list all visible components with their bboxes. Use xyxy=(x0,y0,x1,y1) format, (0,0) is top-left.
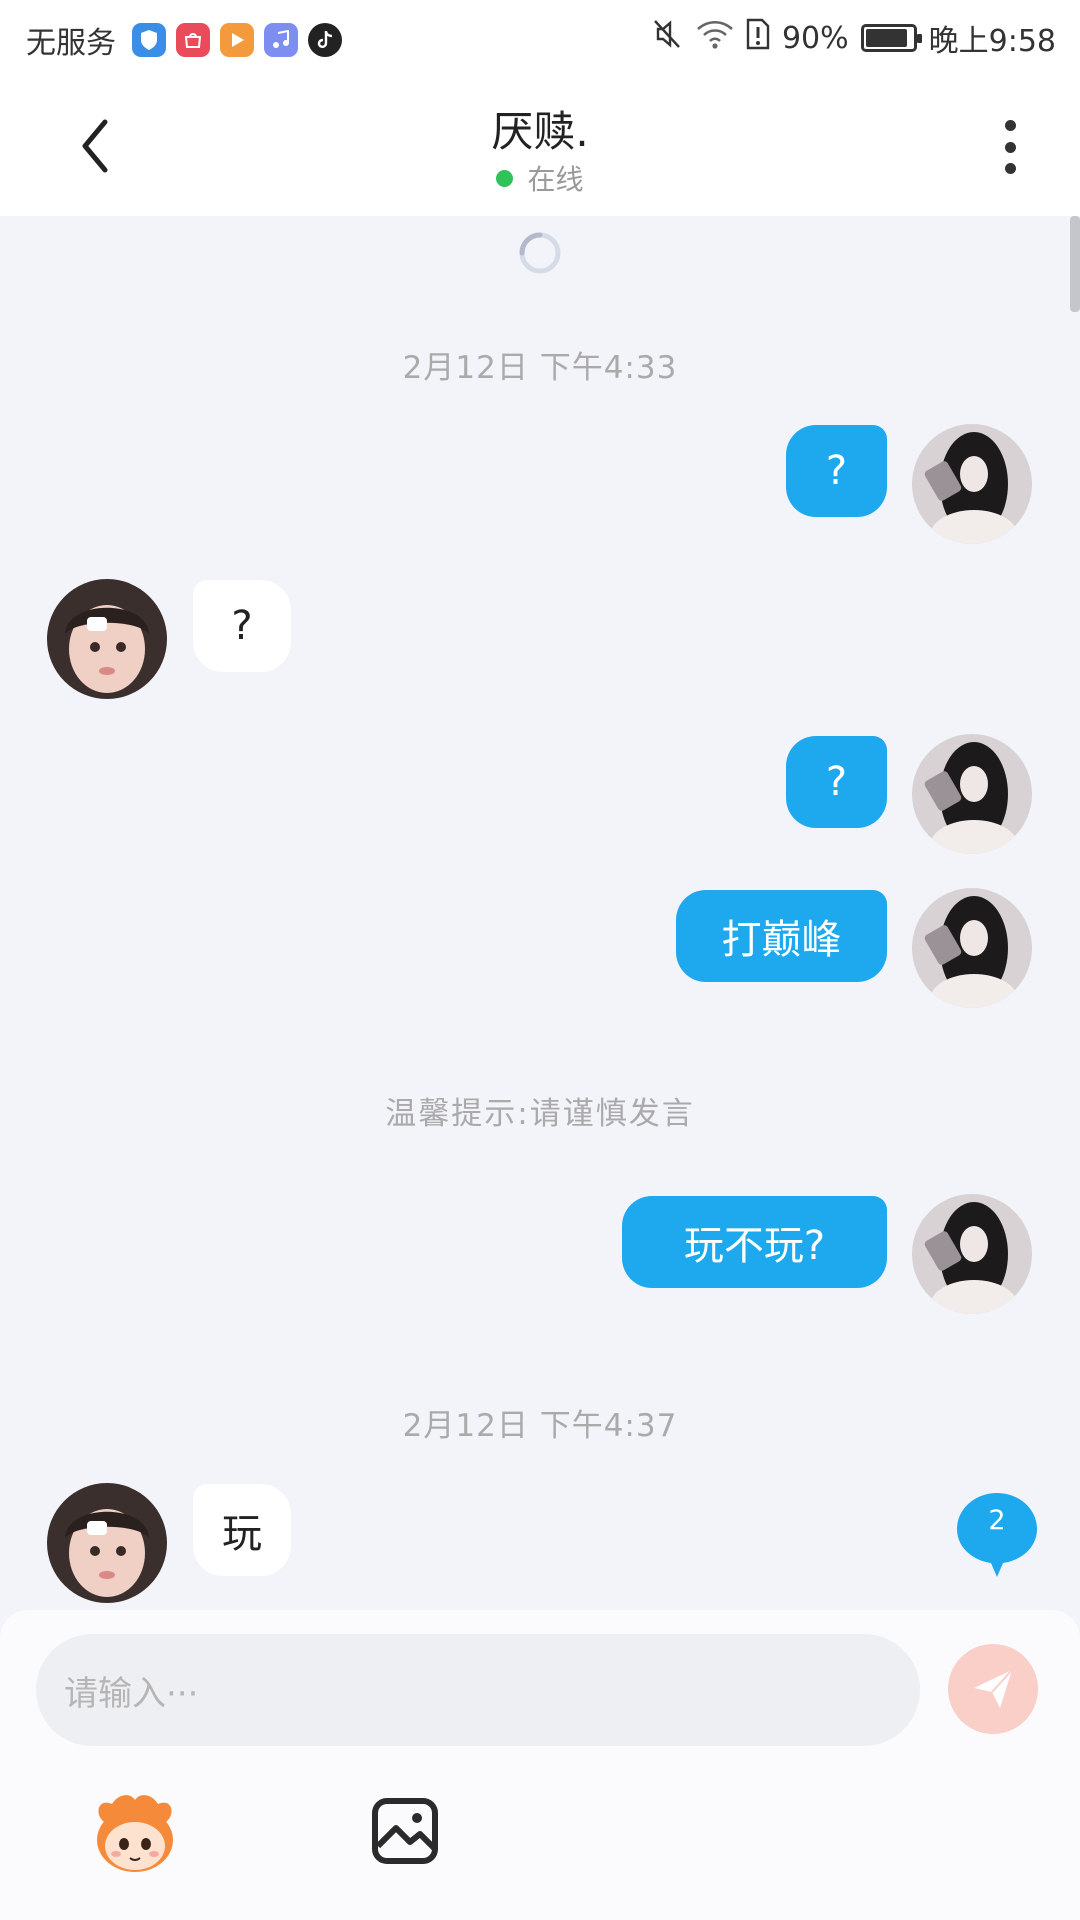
image-picker-button[interactable] xyxy=(370,1796,440,1866)
timestamp: 2月12日 下午4:33 xyxy=(402,350,678,386)
status-bar: 无服务 90% 晚上9:58 xyxy=(0,0,1080,76)
sim-alert-icon xyxy=(746,18,770,58)
wifi-icon xyxy=(696,18,734,58)
battery-percent: 90% xyxy=(781,20,849,56)
image-icon xyxy=(372,1798,438,1864)
more-dot-icon xyxy=(1004,141,1016,153)
carrier-text: 无服务 xyxy=(26,26,116,61)
emoji-mascot-button[interactable] xyxy=(90,1792,180,1876)
more-dot-icon xyxy=(1004,163,1016,174)
battery-icon xyxy=(860,24,922,52)
message-bubble-outgoing[interactable]: 玩不玩? xyxy=(622,1196,887,1288)
contact-name: 厌赎. xyxy=(491,107,589,156)
message-input[interactable]: 请输入··· xyxy=(36,1634,920,1746)
message-bubble-outgoing[interactable]: ? xyxy=(786,425,887,517)
shield-app-icon xyxy=(132,23,166,57)
scrollbar[interactable] xyxy=(1070,216,1080,312)
online-status-text: 在线 xyxy=(527,163,584,196)
message-composer: 请输入··· xyxy=(0,1610,1080,1920)
online-status: 在线 xyxy=(0,158,1080,198)
timestamp: 2月12日 下午4:37 xyxy=(402,1408,678,1444)
chat-message-list[interactable]: 2月12日 下午4:33 ? ? ? 打巅峰 温馨提示:请谨慎发言 玩不玩? 2… xyxy=(0,216,1080,1610)
loading-spinner-icon xyxy=(519,232,561,274)
status-bar-right: 90% 晚上9:58 xyxy=(650,16,1056,60)
safety-hint: 温馨提示:请谨慎发言 xyxy=(385,1096,695,1132)
message-bubble-outgoing[interactable]: 打巅峰 xyxy=(676,890,887,982)
more-dot-icon xyxy=(1004,120,1016,131)
contact-avatar[interactable] xyxy=(47,1483,167,1603)
chat-header: 厌赎. 在线 xyxy=(0,76,1080,216)
mascot-emoji-icon xyxy=(97,1795,173,1872)
my-avatar[interactable] xyxy=(912,1194,1032,1314)
paper-plane-icon xyxy=(974,1669,1013,1708)
message-bubble-incoming[interactable]: ? xyxy=(193,580,291,672)
status-bar-left: 无服务 xyxy=(26,18,342,62)
unread-messages-badge[interactable]: 2 xyxy=(955,1491,1039,1581)
my-avatar[interactable] xyxy=(912,888,1032,1008)
send-button[interactable] xyxy=(948,1644,1038,1734)
unread-count: 2 xyxy=(988,1505,1006,1536)
mute-icon xyxy=(650,17,684,59)
more-options-button[interactable] xyxy=(990,112,1030,182)
contact-avatar[interactable] xyxy=(47,579,167,699)
huawei-store-icon xyxy=(176,23,210,57)
my-avatar[interactable] xyxy=(912,734,1032,854)
video-app-icon xyxy=(220,23,254,57)
battery-fill xyxy=(865,29,907,47)
clock: 晚上9:58 xyxy=(928,24,1056,59)
tiktok-icon xyxy=(308,23,342,57)
message-bubble-incoming[interactable]: 玩 xyxy=(193,1484,291,1576)
online-dot xyxy=(496,169,514,187)
my-avatar[interactable] xyxy=(912,424,1032,544)
music-app-icon xyxy=(264,23,298,57)
message-bubble-outgoing[interactable]: ? xyxy=(786,736,887,828)
